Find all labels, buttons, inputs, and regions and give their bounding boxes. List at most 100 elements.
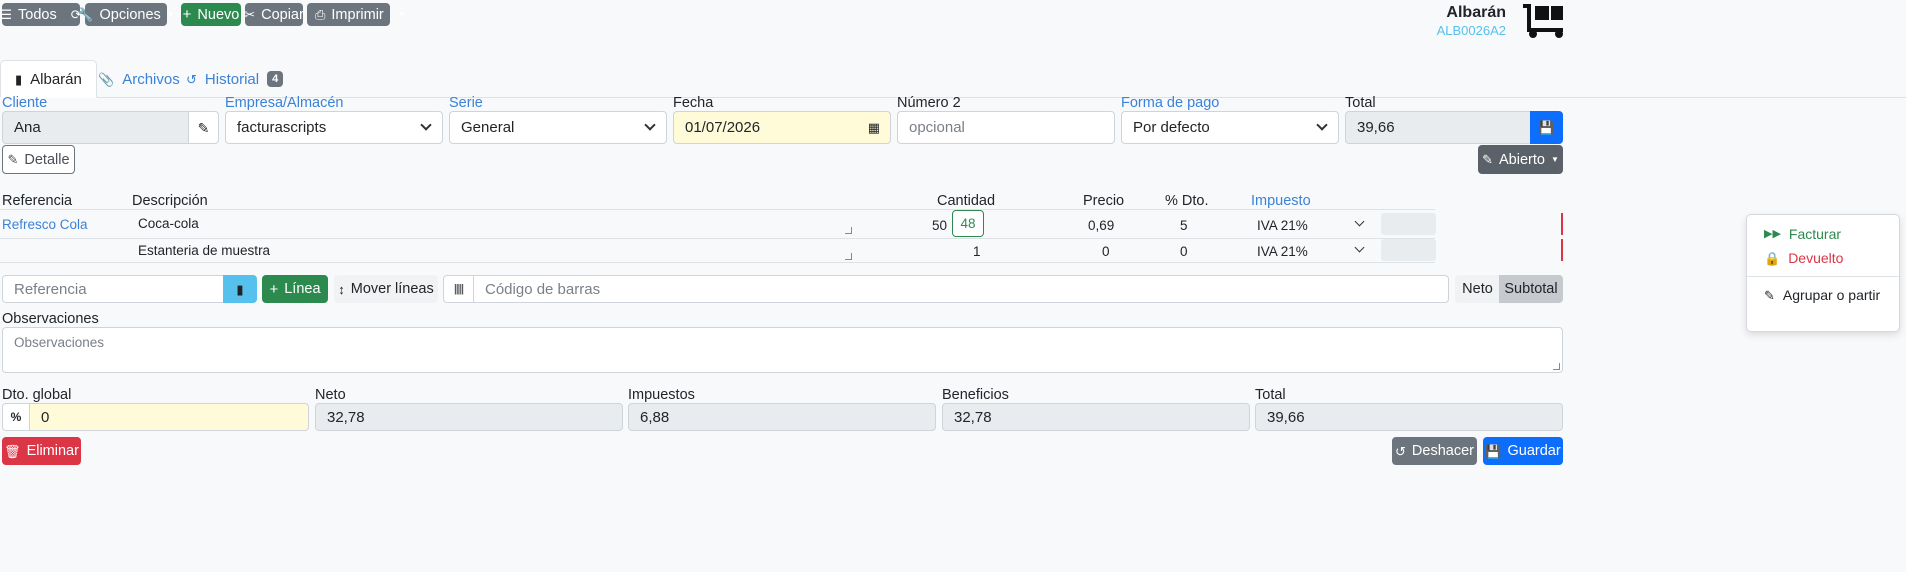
neto-value: 32,78 <box>327 408 365 426</box>
dto-global-input[interactable]: 0 <box>29 403 309 431</box>
observaciones-label: Observaciones <box>2 311 99 327</box>
impuestos-field: 6,88 <box>628 403 936 431</box>
stock-badge[interactable]: 48 <box>952 210 984 237</box>
wrench-icon: 🔧 <box>77 7 94 22</box>
estado-dropdown-menu: ▶▶ Facturar 🔒 Devuelto ✎ Agrupar o parti… <box>1746 214 1900 332</box>
detalle-button[interactable]: ✎ Detalle <box>2 145 75 174</box>
col-dto: % Dto. <box>1165 193 1209 209</box>
total-final-value: 39,66 <box>1267 408 1305 426</box>
guardar-label: Guardar <box>1507 443 1561 459</box>
line-dto-input[interactable]: 5 <box>1180 218 1188 233</box>
linea-label: Línea <box>284 281 321 297</box>
opciones-label: Opciones <box>99 6 161 23</box>
dolly-icon <box>1521 2 1565 40</box>
copiar-label: Copiar <box>261 6 304 23</box>
serie-label: Serie <box>449 95 483 111</box>
fecha-input[interactable]: 01/07/2026 ▦ <box>673 111 891 144</box>
line-impuesto-select[interactable]: IVA 21% <box>1257 218 1308 233</box>
neto-toggle[interactable]: Neto <box>1455 275 1500 303</box>
line-impuesto-select[interactable]: IVA 21% <box>1257 244 1308 259</box>
copiar-button[interactable]: ✂ Copiar <box>244 3 304 26</box>
numero2-input[interactable]: opcional <box>897 111 1115 144</box>
red-edge <box>1561 239 1563 261</box>
nuevo-button[interactable]: + Nuevo <box>181 3 241 26</box>
save-icon: 💾 <box>1538 120 1555 135</box>
plus-icon: + <box>182 6 192 23</box>
total-field: 39,66 <box>1345 111 1531 144</box>
impuestos-value: 6,88 <box>640 408 670 426</box>
estado-dropdown-button[interactable]: ✎ Abierto ▼ <box>1478 145 1563 174</box>
menu-item-devuelto[interactable]: 🔒 Devuelto <box>1764 250 1843 266</box>
barcode-input[interactable]: Código de barras <box>473 275 1449 303</box>
line-descripcion-textarea[interactable]: Estanteria de muestra <box>138 243 270 258</box>
opciones-button[interactable]: 🔧 Opciones ▼ <box>77 3 175 26</box>
row-divider <box>0 238 1435 239</box>
todos-button[interactable]: ☰ Todos ⟳ <box>0 3 82 26</box>
cliente-label: Cliente <box>2 95 48 111</box>
pago-value: Por defecto <box>1133 119 1210 136</box>
lock-icon: 🔒 <box>1764 250 1781 266</box>
pencil-icon: ✎ <box>197 119 210 136</box>
beneficios-label: Beneficios <box>942 387 1009 403</box>
total-label: Total <box>1345 95 1376 111</box>
subtotal-toggle[interactable]: Subtotal <box>1499 275 1563 303</box>
deshacer-button[interactable]: ↺ Deshacer <box>1392 437 1477 465</box>
plus-icon: + <box>269 280 279 298</box>
numero2-label: Número 2 <box>897 95 961 111</box>
red-edge <box>1561 213 1563 235</box>
pencil-icon: ✎ <box>1482 152 1494 167</box>
guardar-button[interactable]: 💾 Guardar <box>1483 437 1563 465</box>
menu-divider <box>1747 276 1899 277</box>
mover-lineas-button[interactable]: ↕ Mover líneas <box>334 275 438 303</box>
line-cantidad-input[interactable]: 1 <box>973 244 981 259</box>
resize-handle[interactable] <box>845 227 852 234</box>
menu-item-label: Devuelto <box>1788 250 1844 266</box>
pago-select[interactable]: Por defecto <box>1121 111 1339 144</box>
menu-item-agrupar[interactable]: ✎ Agrupar o partir <box>1764 287 1880 303</box>
edit-icon: ✎ <box>7 152 19 167</box>
cliente-value: Ana <box>14 119 41 136</box>
line-dto-input[interactable]: 0 <box>1180 244 1188 259</box>
beneficios-field: 32,78 <box>942 403 1250 431</box>
detalle-label: Detalle <box>24 151 70 168</box>
resize-handle[interactable] <box>845 253 852 260</box>
line-precio-input[interactable]: 0 <box>1102 244 1110 259</box>
add-linea-button[interactable]: + Línea <box>262 275 328 303</box>
book-button[interactable]: ▮ <box>223 275 257 303</box>
save-total-button[interactable]: 💾 <box>1530 111 1563 144</box>
eliminar-button[interactable]: 🗑 Eliminar <box>2 437 81 465</box>
subtotal-toggle-label: Subtotal <box>1504 281 1558 297</box>
arrows-vertical-icon: ↕ <box>338 281 345 297</box>
barcode-icon-box: ||||| <box>443 275 474 303</box>
tab-historial[interactable]: ↺ Historial 4 <box>172 60 297 98</box>
mover-label: Mover líneas <box>350 281 434 297</box>
observaciones-textarea[interactable]: Observaciones <box>2 327 1563 373</box>
line-precio-input[interactable]: 0,69 <box>1088 218 1114 233</box>
line-cantidad-input[interactable]: 50 <box>932 218 947 233</box>
calendar-icon[interactable]: ▦ <box>868 121 880 134</box>
serie-select[interactable]: General <box>449 111 667 144</box>
chevron-down-icon <box>1354 216 1365 227</box>
line-descripcion-textarea[interactable]: Coca-cola <box>138 216 199 231</box>
todos-label: Todos <box>18 6 57 23</box>
col-impuesto: Impuesto <box>1251 193 1311 209</box>
beneficios-value: 32,78 <box>954 408 992 426</box>
tab-albaran[interactable]: ▮ Albarán <box>0 60 97 98</box>
col-cantidad: Cantidad <box>937 193 996 209</box>
line-referencia-link[interactable]: Refresco Cola <box>2 217 88 232</box>
save-icon: 💾 <box>1485 443 1502 459</box>
resize-handle[interactable] <box>1553 363 1560 370</box>
menu-item-facturar[interactable]: ▶▶ Facturar <box>1764 226 1841 242</box>
paperclip-icon: 📎 <box>98 71 115 87</box>
edit-cliente-button[interactable]: ✎ <box>188 111 219 144</box>
cliente-field[interactable]: Ana <box>2 111 189 144</box>
imprimir-button[interactable]: ⎙ Imprimir ▼ <box>307 3 406 26</box>
forward-icon: ▶▶ <box>1764 227 1781 240</box>
referencia-input[interactable]: Referencia <box>2 275 224 303</box>
eliminar-label: Eliminar <box>26 443 79 459</box>
total-final-field: 39,66 <box>1255 403 1563 431</box>
fecha-value: 01/07/2026 <box>685 119 761 136</box>
empresa-select[interactable]: facturascripts <box>225 111 443 144</box>
percent-icon: % <box>2 403 30 431</box>
pago-label: Forma de pago <box>1121 95 1220 111</box>
